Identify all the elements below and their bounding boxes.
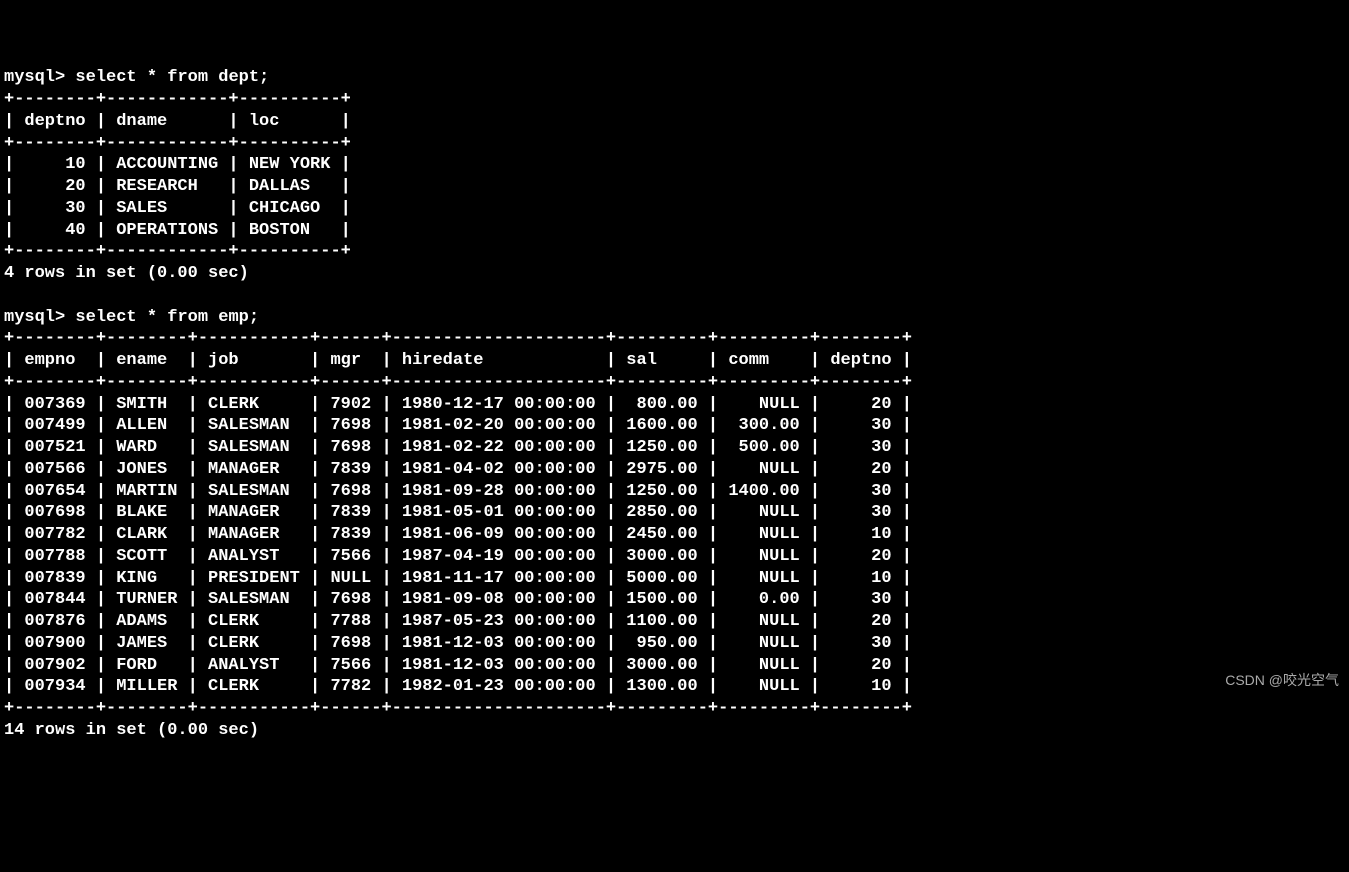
table-row: | 007900 | JAMES | CLERK | 7698 | 1981-1… (4, 634, 912, 653)
sql-query-emp: select * from emp; (75, 308, 259, 327)
table-row: | 007876 | ADAMS | CLERK | 7788 | 1987-0… (4, 612, 912, 631)
dept-table-border-top: +--------+------------+----------+ (4, 90, 351, 109)
table-row: | 40 | OPERATIONS | BOSTON | (4, 221, 351, 240)
table-row: | 007782 | CLARK | MANAGER | 7839 | 1981… (4, 525, 912, 544)
mysql-prompt[interactable]: mysql> (4, 68, 65, 87)
emp-table-border-bottom: +--------+--------+-----------+------+--… (4, 699, 912, 718)
table-row: | 007844 | TURNER | SALESMAN | 7698 | 19… (4, 590, 912, 609)
table-row: | 007499 | ALLEN | SALESMAN | 7698 | 198… (4, 416, 912, 435)
table-row: | 007698 | BLAKE | MANAGER | 7839 | 1981… (4, 503, 912, 522)
emp-result-footer: 14 rows in set (0.00 sec) (4, 721, 259, 740)
emp-table-border-mid: +--------+--------+-----------+------+--… (4, 373, 912, 392)
table-row: | 007839 | KING | PRESIDENT | NULL | 198… (4, 569, 912, 588)
dept-table-border-bottom: +--------+------------+----------+ (4, 242, 351, 261)
table-row: | 007902 | FORD | ANALYST | 7566 | 1981-… (4, 656, 912, 675)
table-row: | 30 | SALES | CHICAGO | (4, 199, 351, 218)
watermark-text: CSDN @咬光空气 (1225, 672, 1339, 690)
table-row: | 20 | RESEARCH | DALLAS | (4, 177, 351, 196)
dept-table-header: | deptno | dname | loc | (4, 112, 351, 131)
dept-result-footer: 4 rows in set (0.00 sec) (4, 264, 249, 283)
emp-table-header: | empno | ename | job | mgr | hiredate |… (4, 351, 912, 370)
dept-table-border-mid: +--------+------------+----------+ (4, 134, 351, 153)
sql-query-dept: select * from dept; (75, 68, 269, 87)
table-row: | 007654 | MARTIN | SALESMAN | 7698 | 19… (4, 482, 912, 501)
table-row: | 007788 | SCOTT | ANALYST | 7566 | 1987… (4, 547, 912, 566)
table-row: | 007566 | JONES | MANAGER | 7839 | 1981… (4, 460, 912, 479)
emp-table-border-top: +--------+--------+-----------+------+--… (4, 329, 912, 348)
table-row: | 007934 | MILLER | CLERK | 7782 | 1982-… (4, 677, 912, 696)
terminal-output: mysql> select * from dept; +--------+---… (4, 67, 1345, 741)
table-row: | 007369 | SMITH | CLERK | 7902 | 1980-1… (4, 395, 912, 414)
table-row: | 007521 | WARD | SALESMAN | 7698 | 1981… (4, 438, 912, 457)
mysql-prompt[interactable]: mysql> (4, 308, 65, 327)
table-row: | 10 | ACCOUNTING | NEW YORK | (4, 155, 351, 174)
